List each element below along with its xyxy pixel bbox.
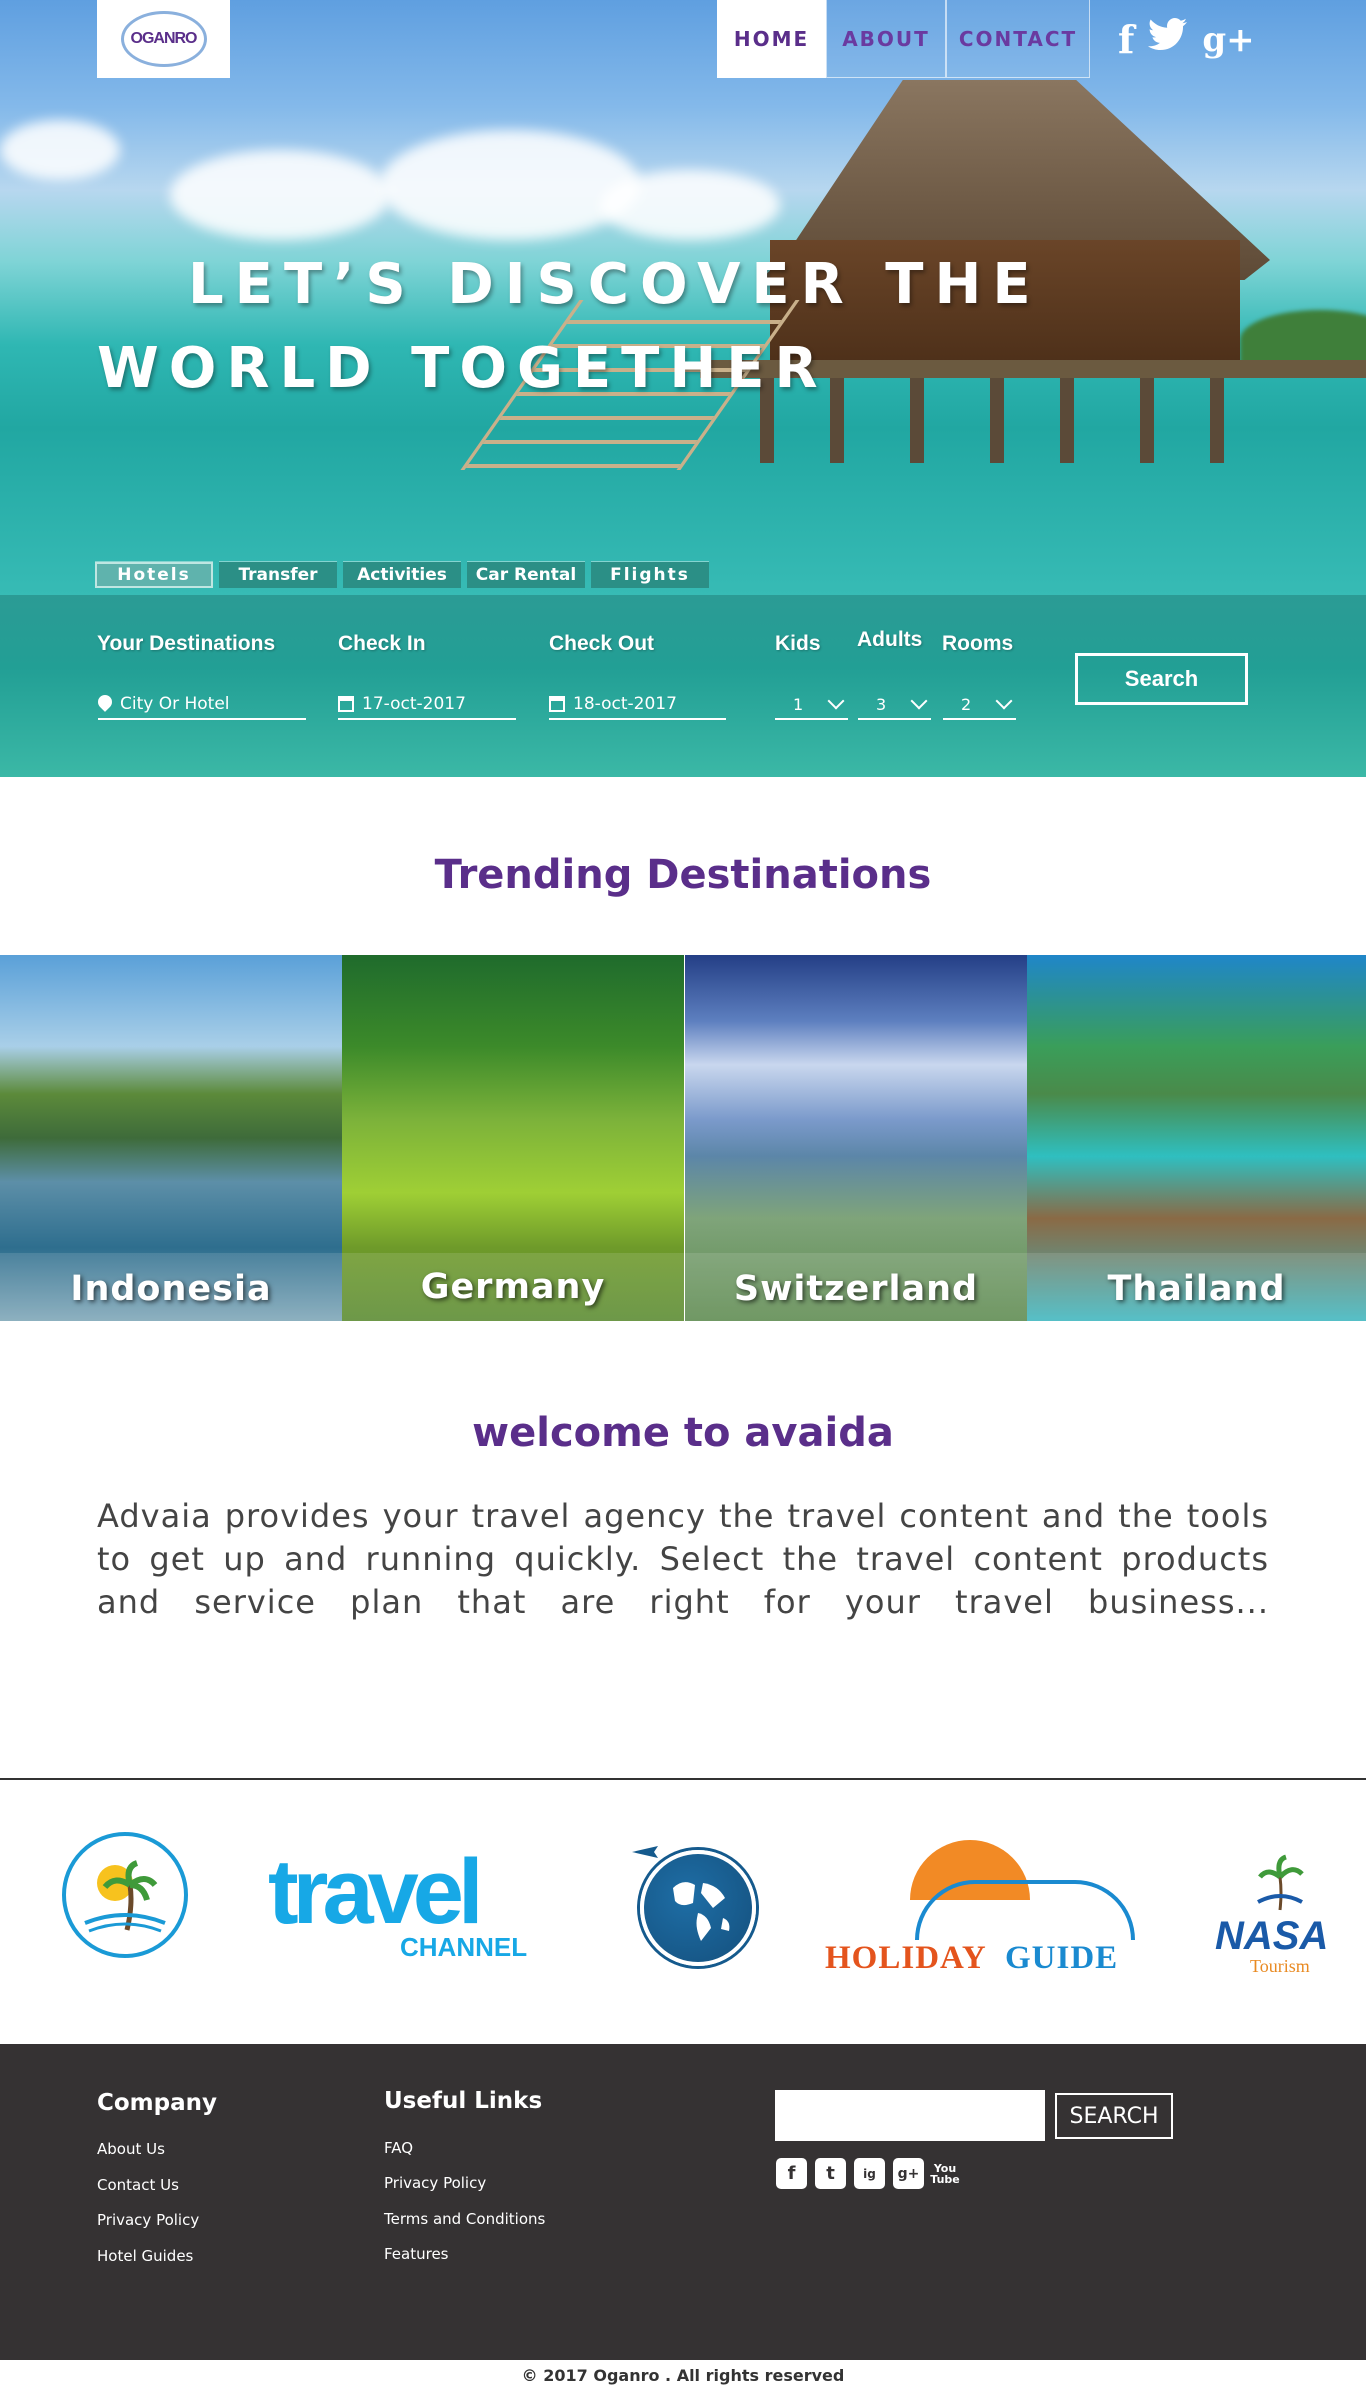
cloud-outline-icon — [915, 1880, 1135, 1940]
nav-about[interactable]: ABOUT — [826, 0, 946, 78]
globe-icon — [673, 1882, 730, 1941]
destination-field[interactable]: City Or Hotel — [98, 690, 306, 720]
destination-name: Switzerland — [733, 1269, 979, 1309]
checkin-label: Check In — [338, 632, 426, 655]
googleplus-icon[interactable]: g+ — [893, 2158, 924, 2189]
copyright: © 2017 Oganro . All rights reserved — [521, 2366, 845, 2385]
twitter-icon[interactable] — [1148, 18, 1188, 62]
partner-logo-palm[interactable] — [62, 1832, 188, 1958]
instagram-icon[interactable]: ig — [854, 2158, 885, 2189]
adults-select[interactable]: 3 — [858, 690, 931, 720]
trending-title: Trending Destinations — [434, 852, 932, 898]
search-tabs: Hotels Transfer Activities Car Rental Fl… — [95, 562, 709, 588]
tab-flights[interactable]: Flights — [591, 562, 709, 588]
kids-value: 1 — [793, 694, 804, 714]
destination-card-germany[interactable]: Germany — [342, 955, 684, 1321]
calendar-icon — [549, 696, 565, 712]
welcome-text: Advaia provides your travel agency the t… — [97, 1497, 1269, 1621]
footer-link-hotel-guides[interactable]: Hotel Guides — [97, 2247, 193, 2265]
destination-placeholder: City Or Hotel — [120, 694, 230, 714]
footer-link-faq[interactable]: FAQ — [384, 2139, 413, 2157]
destination-name: Germany — [420, 1267, 606, 1307]
logo[interactable]: OGANRO — [97, 0, 230, 78]
header-socials: f g+ — [1118, 18, 1255, 62]
stilt — [1140, 378, 1154, 463]
holiday-guide-word: GUIDE — [1005, 1940, 1119, 1976]
googleplus-icon[interactable]: g+ — [1202, 19, 1254, 61]
logo-text: OGANRO — [130, 30, 198, 47]
search-button[interactable]: Search — [1075, 653, 1248, 705]
facebook-icon[interactable]: f — [776, 2158, 807, 2189]
footer-link-privacy[interactable]: Privacy Policy — [97, 2211, 199, 2229]
rooms-value: 2 — [961, 694, 972, 714]
kids-select[interactable]: 1 — [775, 690, 848, 720]
youtube-icon[interactable]: You Tube — [930, 2158, 959, 2189]
checkin-value: 17-oct-2017 — [362, 694, 466, 714]
rooms-select[interactable]: 2 — [943, 690, 1016, 720]
tab-transfer[interactable]: Transfer — [219, 562, 337, 588]
tab-activities[interactable]: Activities — [343, 562, 461, 588]
footer-company-title: Company — [97, 2090, 217, 2116]
kids-label: Kids — [775, 632, 821, 655]
footer-search-button[interactable]: SEARCH — [1055, 2093, 1173, 2139]
stilt — [1060, 378, 1074, 463]
nasa-palm-icon — [1250, 1852, 1310, 1912]
footer-useful-title: Useful Links — [384, 2088, 543, 2114]
destination-name: Thailand — [1107, 1269, 1286, 1309]
welcome-title: welcome to avaida — [472, 1410, 894, 1456]
calendar-icon — [338, 696, 354, 712]
main-nav: HOME ABOUT CONTACT — [717, 0, 1090, 78]
partner-logo-holiday-guide[interactable]: HOLIDAY — [825, 1940, 987, 1977]
stilt — [830, 378, 844, 463]
footer-search-input[interactable] — [775, 2090, 1045, 2141]
cloud — [0, 120, 120, 180]
cloud — [170, 150, 390, 240]
footer-socials: f t ig g+ You Tube — [776, 2158, 960, 2189]
location-pin-icon — [98, 695, 112, 713]
divider — [0, 1778, 1366, 1780]
partner-logo-nasa-tourism[interactable]: NASA — [1215, 1914, 1328, 1959]
stilt — [910, 378, 924, 463]
partner-logo-globe[interactable] — [640, 1850, 756, 1966]
tab-hotels[interactable]: Hotels — [95, 562, 213, 588]
footer-link-privacy-policy[interactable]: Privacy Policy — [384, 2174, 486, 2192]
travel-channel-sub: CHANNEL — [400, 1932, 528, 1962]
hero-headline-line2: WORLD TOGETHER — [97, 336, 828, 401]
chevron-down-icon — [827, 692, 845, 710]
chevron-down-icon — [995, 692, 1013, 710]
cloud — [380, 130, 640, 240]
footer-link-features[interactable]: Features — [384, 2245, 449, 2263]
destination-card-switzerland[interactable]: Switzerland — [685, 955, 1027, 1321]
checkin-field[interactable]: 17-oct-2017 — [338, 690, 516, 720]
logo-mark: OGANRO — [120, 11, 207, 67]
cloud — [600, 170, 780, 240]
stilt — [1210, 378, 1224, 463]
hero-banner: LET’S DISCOVER THE WORLD TOGETHER — [0, 0, 1366, 595]
nav-contact[interactable]: CONTACT — [946, 0, 1090, 78]
partner-logo-travel-channel[interactable]: travel — [268, 1846, 483, 1938]
facebook-icon[interactable]: f — [1118, 19, 1134, 61]
checkout-value: 18-oct-2017 — [573, 694, 677, 714]
adults-value: 3 — [876, 694, 887, 714]
tab-car-rental[interactable]: Car Rental — [467, 562, 585, 588]
hero-headline-line1: LET’S DISCOVER THE — [188, 252, 1042, 317]
destination-card-thailand[interactable]: Thailand — [1027, 955, 1366, 1321]
checkout-field[interactable]: 18-oct-2017 — [549, 690, 726, 720]
nasa-tourism-sub: Tourism — [1250, 1956, 1310, 1976]
adults-label: Adults — [857, 628, 923, 651]
twitter-icon[interactable]: t — [815, 2158, 846, 2189]
chevron-down-icon — [910, 692, 928, 710]
checkout-label: Check Out — [549, 632, 655, 655]
rooms-label: Rooms — [942, 632, 1014, 655]
footer-link-terms[interactable]: Terms and Conditions — [384, 2210, 545, 2228]
destination-label: Your Destinations — [97, 632, 276, 655]
stilt — [990, 378, 1004, 463]
destination-card-indonesia[interactable]: Indonesia — [0, 955, 342, 1321]
footer-link-about[interactable]: About Us — [97, 2140, 165, 2158]
airplane-icon — [630, 1842, 660, 1858]
destination-name: Indonesia — [70, 1269, 272, 1309]
palm-tree-icon — [84, 1860, 166, 1933]
footer-link-contact[interactable]: Contact Us — [97, 2176, 179, 2194]
nav-home[interactable]: HOME — [717, 0, 826, 78]
